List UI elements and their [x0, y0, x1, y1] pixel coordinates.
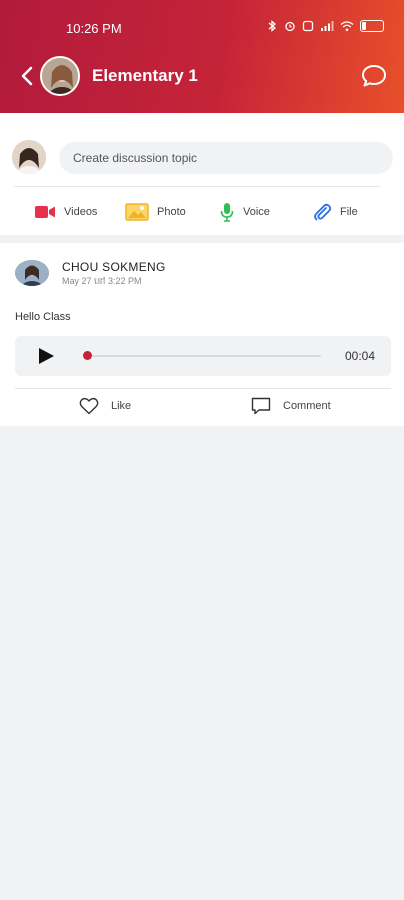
audio-seek-track[interactable]	[85, 355, 321, 357]
play-icon	[39, 348, 54, 364]
status-icons	[266, 20, 384, 32]
nav-row: Elementary 1	[0, 56, 404, 96]
voice-label: Voice	[243, 206, 270, 218]
photo-button[interactable]: Photo	[125, 199, 186, 225]
file-button[interactable]: File	[312, 199, 358, 225]
topic-input[interactable]: Create discussion topic	[59, 142, 393, 174]
post-author-name: CHOU SOKMENG	[62, 260, 166, 274]
section-separator	[0, 235, 404, 243]
comment-icon	[251, 397, 271, 415]
photo-label: Photo	[157, 206, 186, 218]
media-actions: Videos Photo Voice File	[0, 199, 404, 225]
videos-button[interactable]: Videos	[34, 199, 97, 225]
voice-button[interactable]: Voice	[219, 199, 270, 225]
data-saver-icon	[302, 20, 314, 32]
alarm-icon	[285, 21, 295, 32]
post-author-avatar[interactable]	[15, 260, 49, 286]
chevron-left-icon	[21, 66, 33, 86]
back-button[interactable]	[16, 64, 38, 88]
play-button[interactable]	[37, 347, 55, 365]
divider	[14, 186, 380, 187]
divider	[15, 388, 391, 389]
like-button[interactable]: Like	[79, 395, 131, 417]
chat-bubble-icon	[362, 65, 386, 87]
heart-icon	[79, 397, 99, 415]
wifi-icon	[340, 21, 354, 32]
like-label: Like	[111, 400, 132, 412]
bluetooth-icon	[268, 20, 277, 32]
paperclip-icon	[314, 203, 332, 221]
signal-icon	[321, 21, 334, 31]
image-icon	[125, 203, 149, 221]
microphone-icon	[220, 203, 234, 222]
audio-duration: 00:04	[344, 349, 375, 363]
composer-card: Create discussion topic Videos Photo Voi…	[0, 113, 404, 235]
battery-icon	[360, 20, 384, 32]
app-header: 10:26 PM Elementary 1	[0, 0, 404, 113]
comment-button[interactable]: Comment	[251, 395, 331, 417]
post-timestamp: May 27 នៅ 3:22 PM	[62, 276, 142, 286]
topic-input-placeholder: Create discussion topic	[73, 151, 198, 165]
status-time: 10:26 PM	[66, 21, 122, 36]
page-title: Elementary 1	[92, 66, 198, 85]
comment-label: Comment	[283, 400, 331, 412]
video-camera-icon	[35, 206, 55, 218]
group-avatar[interactable]	[40, 56, 80, 96]
audio-player: 00:04	[15, 336, 391, 376]
status-bar: 10:26 PM	[0, 0, 404, 56]
videos-label: Videos	[64, 206, 98, 218]
chat-button[interactable]	[360, 62, 388, 90]
post-card: CHOU SOKMENG May 27 នៅ 3:22 PM Hello Cla…	[0, 243, 404, 426]
avatar[interactable]	[12, 140, 46, 174]
audio-seek-knob[interactable]	[83, 351, 92, 360]
file-label: File	[340, 206, 358, 218]
post-text: Hello Class	[15, 311, 71, 323]
